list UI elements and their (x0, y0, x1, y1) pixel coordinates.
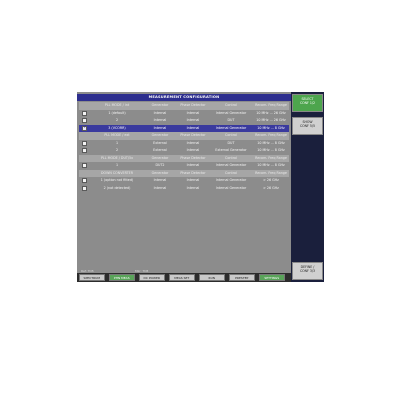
table-cell: 2 (115, 118, 119, 122)
table-cell: Internal (153, 185, 167, 190)
table-cell: 10 MHz ... 8 GHz (257, 125, 285, 130)
table-cell: > 26 GHz (263, 185, 279, 190)
table-cell: 10 MHz ... 8 GHz (257, 140, 285, 145)
section-header: PLL MODE / DUT/5x Generator Phase Detector… (79, 154, 289, 162)
column-header: Phase Detector (180, 133, 206, 137)
column-header: DOWN CONVERTER (100, 170, 134, 175)
table-cell: Internal Generator (215, 125, 247, 130)
table-cell: Internal Generator (215, 178, 247, 182)
row-checkbox[interactable] (82, 163, 87, 169)
column-header: Phase Detector (180, 103, 206, 107)
softkey-button[interactable]: RUN (199, 274, 225, 281)
side-softkey[interactable]: SELECT CONF 1/2 (292, 94, 323, 112)
table-cell: 2 (115, 148, 119, 152)
column-header: Generator (151, 133, 169, 137)
row-checkbox[interactable] (82, 185, 87, 191)
section-header: PLL MODE / int Generator Phase Detector Con… (79, 102, 289, 110)
table-cell: Internal (186, 125, 200, 130)
softkey-button[interactable]: PHN MEAS (109, 274, 135, 281)
table-cell: 10 MHz ... 8 GHz (257, 163, 285, 167)
table-row[interactable]: 1 (default) Internal Internal Internal Gene… (79, 110, 289, 118)
row-checkbox[interactable] (82, 118, 87, 124)
table-cell: Internal (153, 118, 167, 122)
table-row[interactable]: 1 External Internal DUT 10 MHz ... 8 GHz (79, 140, 289, 148)
table-cell: Internal Generator (215, 110, 247, 115)
softkey-button[interactable]: DC POWER (139, 274, 165, 281)
table-cell: 1 (default) (108, 110, 126, 115)
section-header: PLL MODE / ext Generator Phase Detector Con… (79, 132, 289, 140)
table-cell: Internal (186, 110, 200, 115)
table-cell: 3 (VCORR) (108, 125, 126, 130)
table-cell: 10 MHz ... 26 GHz (256, 118, 286, 122)
table-cell: 10 MHz ... 8 GHz (257, 148, 285, 152)
column-header: Generator (151, 155, 169, 160)
column-header: Recom. Freq Range (255, 103, 287, 107)
column-header: Recom. Freq Range (255, 170, 287, 175)
table-cell: DUT2 (155, 163, 165, 167)
row-checkbox[interactable] (82, 148, 87, 154)
side-softkey[interactable]: SHOW CONF 5/5 (292, 117, 323, 135)
softkey-button[interactable]: PRESTEP (229, 274, 255, 281)
dialog-title: MEASUREMENT CONFIGURATION (77, 94, 291, 101)
side-softkey-line2: CONF 3/3 (299, 268, 316, 273)
row-checkbox[interactable] (82, 140, 87, 146)
table-cell: Internal (186, 185, 200, 190)
column-header: Phase Detector (180, 170, 206, 175)
column-header: Recom. Freq Range (255, 155, 287, 160)
column-header: Control (225, 155, 237, 160)
row-checkbox[interactable] (82, 178, 87, 184)
column-header: Phase Detector (180, 155, 206, 160)
column-header: Control (225, 170, 237, 175)
table-cell: Internal Generator (215, 185, 247, 190)
column-header: Generator (151, 170, 169, 175)
table-cell: DUT (227, 140, 235, 145)
column-header: PLL MODE / DUT/5x (100, 155, 134, 160)
table-cell: External (153, 140, 167, 145)
table-row[interactable]: 1 (option not fitted) Internal Internal Int… (79, 177, 289, 185)
table-cell: 1 (option not fitted) (100, 178, 134, 182)
side-softkey[interactable]: DEFINE / CONF 3/3 (292, 262, 323, 280)
table-cell: 1 (115, 163, 119, 167)
table-cell: 10 MHz ... 26 GHz (256, 110, 286, 115)
table-row[interactable]: 1 DUT2 Internal Internal Generator 10 MHz ..… (79, 162, 289, 170)
table-cell: 2 (not detected) (103, 185, 131, 190)
table-cell: Internal (186, 178, 200, 182)
table-cell: DUT (227, 118, 235, 122)
table-cell: Internal Generator (215, 163, 247, 167)
table-cell: 1 (115, 140, 119, 145)
row-checkbox[interactable] (82, 125, 87, 131)
measurement-configuration-panel: MEASUREMENT CONFIGURATION PLL MODE / int… (77, 92, 291, 282)
side-softkey-line2: CONF 5/5 (299, 123, 316, 128)
column-header: Control (225, 133, 237, 137)
table-row[interactable]: 2 External Internal External Generator 10 MH… (79, 147, 289, 155)
table-cell: External (153, 148, 167, 152)
softkey-button[interactable]: SPECTRUM (79, 274, 105, 281)
column-header: Control (225, 103, 237, 107)
table-cell: External Generator (215, 148, 247, 152)
table-cell: Internal (153, 110, 167, 115)
table-cell: Internal (153, 178, 167, 182)
column-header: Recom. Freq Range (255, 133, 287, 137)
table-cell: Internal (186, 118, 200, 122)
table-row[interactable]: 2 (not detected) Internal Internal Internal… (79, 185, 289, 193)
table-cell: Internal (153, 125, 167, 130)
softkey-button[interactable]: SETTINGS (259, 274, 285, 281)
softkey-button[interactable]: MEAS SET (169, 274, 195, 281)
table-cell: Internal (186, 163, 200, 167)
side-softkey-panel: SELECT CONF 1/2 SHOW CONF 5/5 DEFINE / CONF 3… (291, 92, 324, 282)
row-checkbox[interactable] (82, 110, 87, 116)
table-cell: Internal (186, 140, 200, 145)
table-row[interactable]: 3 (VCORR) Internal Internal Internal Genera… (79, 124, 289, 132)
column-header: PLL MODE / int (104, 103, 130, 107)
table-cell: Internal (186, 148, 200, 152)
column-header: Generator (151, 103, 169, 107)
softkey-bar: SPECTRUM PHN MEAS DC POWER MEAS SET RUN PREST… (77, 273, 291, 282)
configuration-table: PLL MODE / int Generator Phase Detector Con… (79, 102, 289, 192)
side-softkey-line2: CONF 1/2 (299, 100, 316, 105)
column-header: PLL MODE / ext (104, 133, 130, 137)
instrument-screen: MEASUREMENT CONFIGURATION PLL MODE / int… (77, 92, 324, 282)
section-header: DOWN CONVERTER Generator Phase Detector Con… (79, 169, 289, 177)
table-row[interactable]: 2 Internal Internal DUT 10 MHz ... 26 GHz (79, 117, 289, 125)
table-cell: > 26 GHz (263, 178, 279, 182)
